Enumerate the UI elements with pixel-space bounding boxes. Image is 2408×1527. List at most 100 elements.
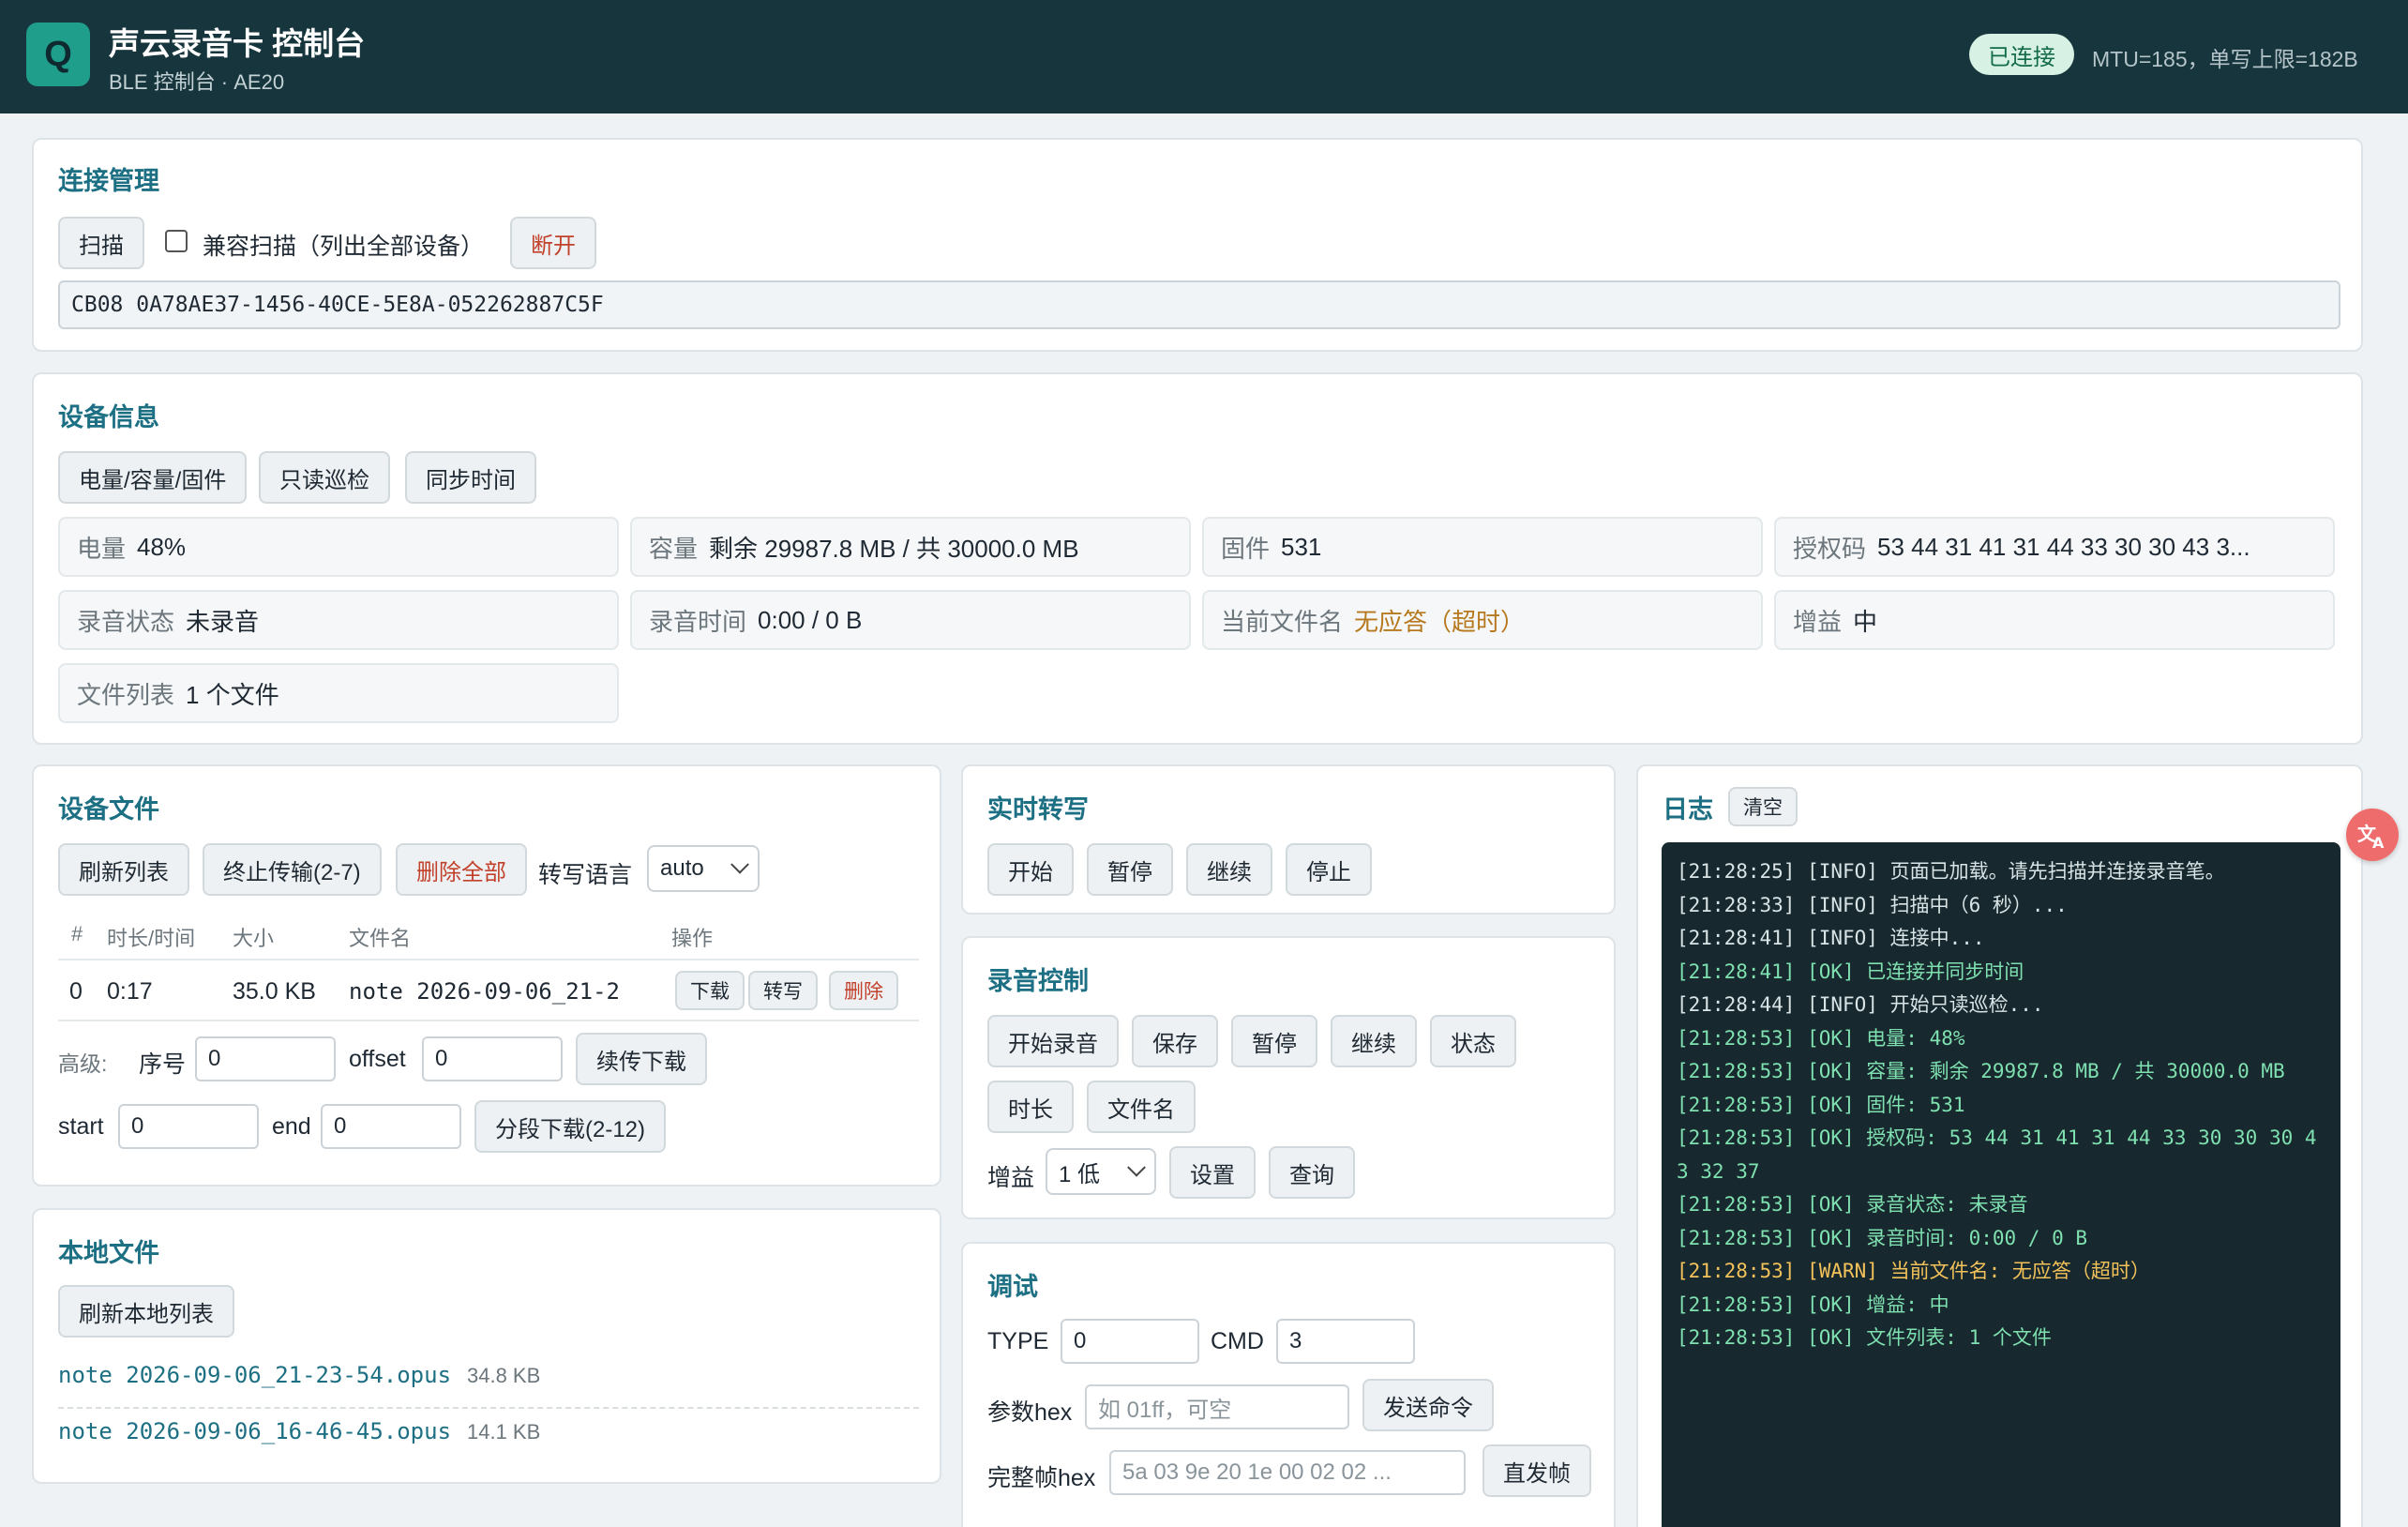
row-index: 0 [69, 978, 83, 1005]
seq-input[interactable]: 0 [195, 1036, 336, 1081]
connection-title: 连接管理 [58, 167, 159, 195]
transcribe-language-select[interactable]: auto [647, 845, 760, 892]
log-line: [21:28:44] [INFO] 开始只读巡检... [1677, 993, 2044, 1016]
capacity-field: 容量 剩余 29987.8 MB / 共 30000.0 MB [630, 517, 1191, 577]
row-transcribe-button[interactable]: 转写 [748, 971, 818, 1010]
readonly-inspect-button[interactable]: 只读巡检 [259, 451, 390, 504]
chevron-down-icon [730, 854, 749, 874]
col-size: 大小 [233, 927, 275, 950]
compat-scan-label: 兼容扫描（列出全部设备） [203, 234, 485, 260]
realtime-start-button[interactable]: 开始 [987, 843, 1074, 896]
save-button[interactable]: 保存 [1132, 1015, 1218, 1067]
log-line: [21:28:25] [INFO] 页面已加载。请先扫描并连接录音笔。 [1677, 860, 2225, 883]
filename-button[interactable]: 文件名 [1087, 1081, 1196, 1133]
local-file-size: 34.8 KB [466, 1364, 541, 1387]
firmware-field: 固件 531 [1202, 517, 1763, 577]
device-id-field[interactable]: CB08 0A78AE37-1456-40CE-5E8A-052262887C5… [58, 280, 2340, 329]
param-hex-label: 参数hex [987, 1399, 1073, 1426]
recording-status-field: 录音状态 未录音 [58, 590, 619, 650]
duration-button[interactable]: 时长 [987, 1081, 1074, 1133]
end-input[interactable]: 0 [321, 1104, 461, 1149]
disconnect-button[interactable]: 断开 [510, 217, 596, 269]
device-info-card: 设备信息 电量/容量/固件 只读巡检 同步时间 电量 48% 容量 剩余 29987… [32, 372, 2363, 745]
col-actions: 操作 [671, 927, 714, 950]
local-file-size: 14.1 KB [466, 1420, 541, 1444]
file-list-field: 文件列表 1 个文件 [58, 663, 619, 723]
auth-code-field: 授权码 53 44 31 41 31 44 33 30 30 43 3... [1774, 517, 2335, 577]
log-line: [21:28:53] [OK] 固件: 531 [1677, 1093, 1965, 1116]
recording-control-title: 录音控制 [987, 967, 1089, 995]
realtime-card: 实时转写 开始 暂停 继续 停止 [961, 764, 1616, 915]
sync-time-button[interactable]: 同步时间 [405, 451, 536, 504]
realtime-resume-button[interactable]: 继续 [1186, 843, 1272, 896]
table-header-divider [58, 959, 919, 960]
row-delete-button[interactable]: 删除 [829, 971, 898, 1010]
start-label: start [58, 1113, 104, 1140]
gain-field: 增益中 [1774, 590, 2335, 650]
refresh-list-button[interactable]: 刷新列表 [58, 843, 189, 896]
gain-select[interactable]: 1 低 [1046, 1148, 1156, 1195]
app-subtitle: BLE 控制台 · AE20 [109, 70, 285, 94]
realtime-title: 实时转写 [987, 795, 1089, 824]
direct-send-frame-button[interactable]: 直发帧 [1482, 1444, 1591, 1497]
app-logo: Q [26, 23, 90, 86]
row-filename: note 2026-09-06_21-2 [349, 978, 620, 1005]
clear-log-button[interactable]: 清空 [1728, 787, 1798, 826]
pause-recording-button[interactable]: 暂停 [1231, 1015, 1317, 1067]
log-line: [21:28:53] [OK] 增益: 中 [1677, 1293, 1949, 1316]
start-input[interactable]: 0 [118, 1104, 259, 1149]
delete-all-button[interactable]: 删除全部 [396, 843, 527, 896]
list-item[interactable]: note 2026-09-06_16-46-45.opus 14.1 KB [58, 1418, 540, 1445]
log-line: [21:28:53] [OK] 授权码: 53 44 31 41 31 44 3… [1677, 1126, 2317, 1183]
log-line: [21:28:53] [OK] 录音时间: 0:00 / 0 B [1677, 1226, 2088, 1249]
full-frame-hex-input[interactable]: 5a 03 9e 20 1e 00 02 02 ... [1109, 1450, 1466, 1495]
gain-query-button[interactable]: 查询 [1269, 1146, 1355, 1199]
row-download-button[interactable]: 下载 [675, 971, 745, 1010]
offset-input[interactable]: 0 [422, 1036, 563, 1081]
chevron-down-icon [1127, 1157, 1146, 1177]
log-title: 日志 [1663, 795, 1713, 824]
row-size: 35.0 KB [233, 978, 316, 1005]
connection-status-badge: 已连接 [1969, 34, 2074, 75]
col-filename: 文件名 [349, 927, 412, 950]
mtu-info: MTU=185，单写上限=182B [2092, 47, 2358, 71]
row-duration: 0:17 [107, 978, 153, 1005]
log-line: [21:28:53] [OK] 电量: 48% [1677, 1026, 1965, 1050]
send-command-button[interactable]: 发送命令 [1362, 1379, 1494, 1431]
device-files-card: 设备文件 刷新列表 终止传输(2-7) 删除全部 转写语言 auto # 时长/… [32, 764, 941, 1187]
list-item[interactable]: note 2026-09-06_21-23-54.opus 34.8 KB [58, 1362, 540, 1389]
seq-label: 序号 [139, 1051, 187, 1078]
svg-text:A: A [2372, 834, 2385, 852]
refresh-local-list-button[interactable]: 刷新本地列表 [58, 1285, 234, 1338]
abort-transfer-button[interactable]: 终止传输(2-7) [203, 843, 382, 896]
log-line: [21:28:53] [OK] 录音状态: 未录音 [1677, 1193, 2028, 1216]
local-file-link[interactable]: note 2026-09-06_21-23-54.opus [58, 1362, 451, 1388]
col-duration: 时长/时间 [107, 927, 196, 950]
type-label: TYPE [987, 1328, 1049, 1354]
translate-icon[interactable]: 文 A [2346, 809, 2399, 861]
param-hex-input[interactable]: 如 01ff，可空 [1085, 1384, 1349, 1429]
col-index: # [71, 922, 83, 945]
app-header: Q 声云录音卡 控制台 BLE 控制台 · AE20 已连接 MTU=185，单… [0, 0, 2408, 113]
advanced-label: 高级: [58, 1051, 108, 1076]
local-file-link[interactable]: note 2026-09-06_16-46-45.opus [58, 1418, 451, 1444]
resume-recording-button[interactable]: 继续 [1331, 1015, 1417, 1067]
battery-capacity-firmware-button[interactable]: 电量/容量/固件 [58, 451, 248, 504]
realtime-pause-button[interactable]: 暂停 [1087, 843, 1173, 896]
compat-scan-checkbox[interactable] [165, 230, 188, 252]
transcribe-language-label: 转写语言 [538, 862, 633, 888]
segment-download-button[interactable]: 分段下载(2-12) [474, 1100, 667, 1153]
type-input[interactable]: 0 [1061, 1319, 1199, 1364]
resume-download-button[interactable]: 续传下载 [576, 1033, 707, 1085]
file-divider [58, 1407, 919, 1409]
scan-button[interactable]: 扫描 [58, 217, 144, 269]
status-button[interactable]: 状态 [1430, 1015, 1516, 1067]
local-files-title: 本地文件 [58, 1239, 159, 1267]
realtime-stop-button[interactable]: 停止 [1286, 843, 1372, 896]
offset-label: offset [349, 1046, 406, 1072]
app-title: 声云录音卡 控制台 [109, 26, 366, 61]
gain-set-button[interactable]: 设置 [1169, 1146, 1256, 1199]
start-recording-button[interactable]: 开始录音 [987, 1015, 1119, 1067]
device-files-title: 设备文件 [58, 795, 159, 824]
cmd-input[interactable]: 3 [1276, 1319, 1415, 1364]
